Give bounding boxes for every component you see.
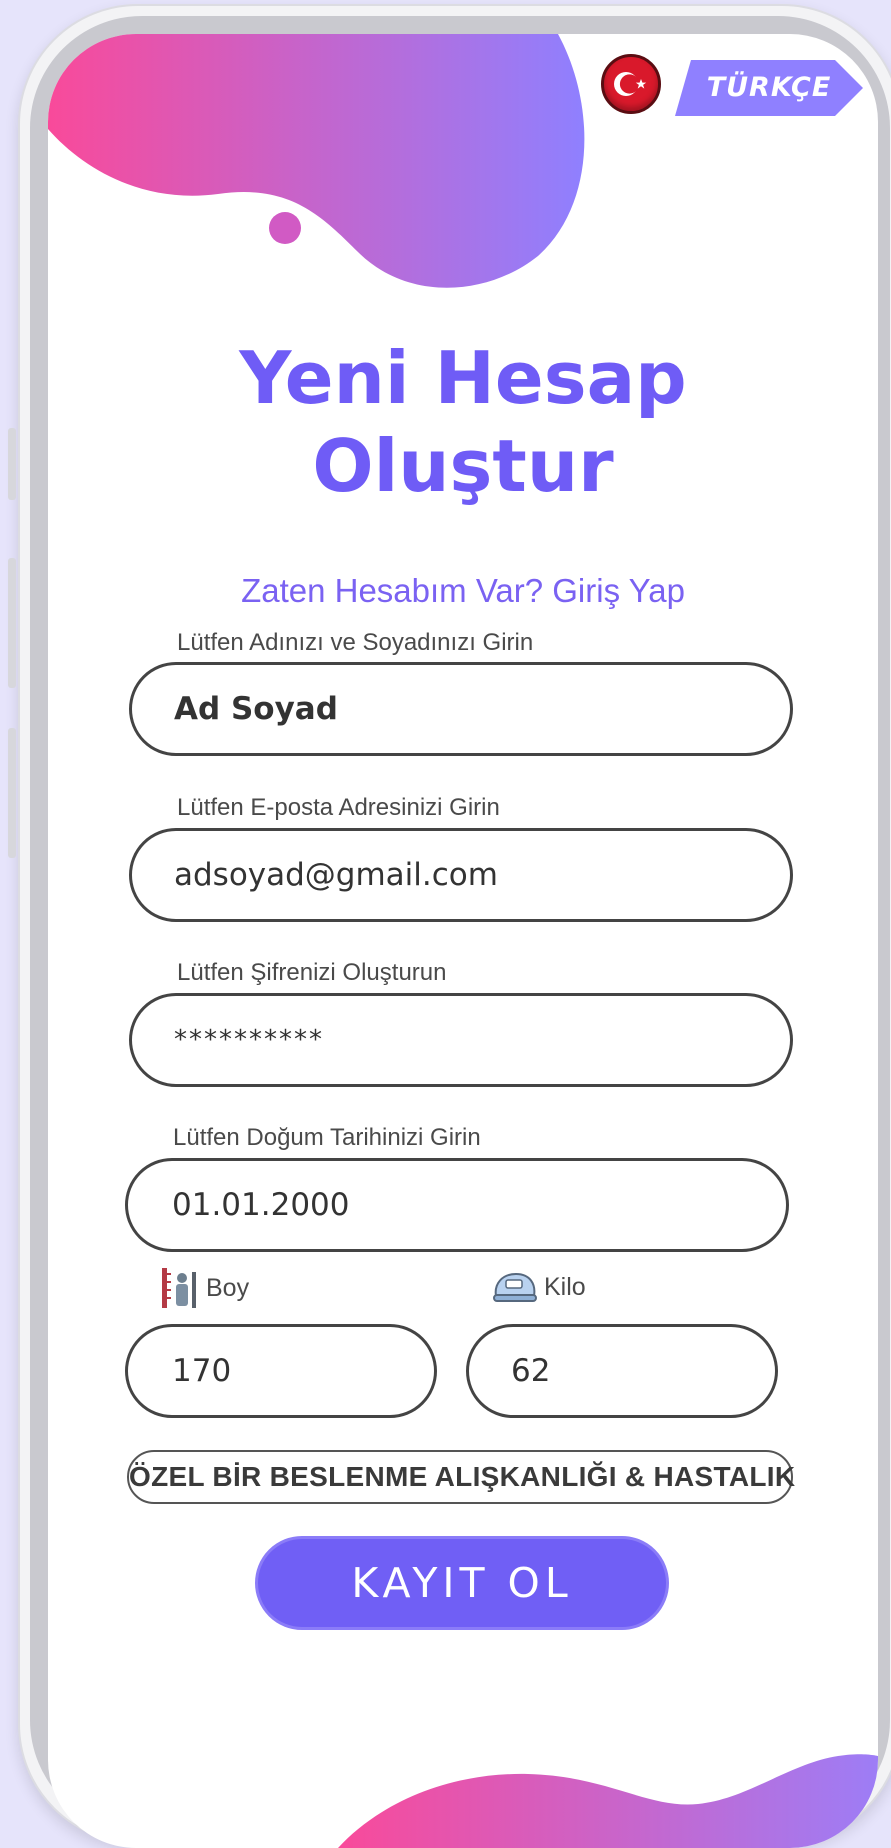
app-screen: TÜRKÇE Yeni Hesap Oluştur Zaten Hesabım … [48,34,878,1848]
phone-side-button [8,728,16,858]
birthdate-input[interactable]: 01.01.2000 [125,1158,789,1252]
top-gradient-blob [48,34,585,288]
page-title-line1: Yeni Hesap [239,336,687,420]
birthdate-field-label: Lütfen Doğum Tarihinizi Girin [173,1124,481,1151]
name-field-label: Lütfen Adınızı ve Soyadınızı Girin [177,629,534,656]
decorative-dot [269,212,301,244]
language-label: TÜRKÇE [706,72,832,103]
special-diet-button[interactable]: ÖZEL BİR BESLENME ALIŞKANLIĞI & HASTALIK [127,1450,795,1504]
height-label: Boy [160,1266,249,1310]
turkey-flag-icon [601,54,661,114]
bottom-gradient-blob [338,1754,878,1848]
page-title-line2: Oluştur [312,424,614,508]
weight-label-text: Kilo [544,1272,586,1301]
language-tag[interactable]: TÜRKÇE [675,60,863,116]
height-input-value: 170 [172,1353,232,1389]
height-measure-icon [162,1268,196,1308]
login-link[interactable]: Zaten Hesabım Var? Giriş Yap [48,572,878,610]
weight-label: Kilo [492,1270,586,1304]
scale-icon [493,1272,537,1302]
weight-input[interactable]: 62 [466,1324,778,1418]
phone-side-button [8,558,16,688]
name-input-value: Ad Soyad [174,691,338,727]
email-input[interactable]: adsoyad@gmail.com [129,828,793,922]
birthdate-input-value: 01.01.2000 [172,1187,350,1223]
password-field-label: Lütfen Şifrenizi Oluşturun [177,959,447,986]
name-input[interactable]: Ad Soyad [129,662,793,756]
height-label-text: Boy [206,1273,250,1302]
register-button[interactable]: KAYIT OL [255,1536,669,1630]
language-switcher[interactable]: TÜRKÇE [593,48,873,118]
password-input[interactable]: ********** [129,993,793,1087]
email-input-value: adsoyad@gmail.com [174,857,498,893]
page-title: Yeni Hesap Oluştur [48,334,878,510]
password-input-value: ********** [174,1025,324,1055]
phone-side-button [8,428,16,500]
height-input[interactable]: 170 [125,1324,437,1418]
weight-input-value: 62 [511,1353,551,1389]
email-field-label: Lütfen E-posta Adresinizi Girin [177,794,500,821]
